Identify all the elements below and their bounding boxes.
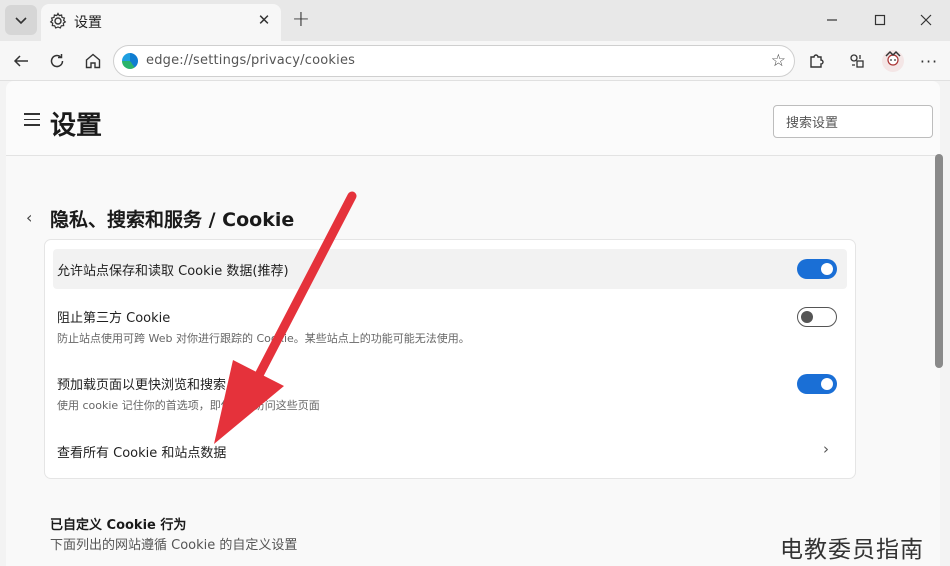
extensions-button[interactable] [803,48,829,74]
collections-button[interactable] [844,48,870,74]
row-label: 允许站点保存和读取 Cookie 数据(推荐) [57,264,289,279]
tab-actions-button[interactable] [5,5,37,35]
favorite-star-icon[interactable]: ☆ [771,51,786,71]
row-label: 预加载页面以更快浏览和搜索 [57,378,227,393]
puzzle-icon [810,54,824,68]
arrow-left-icon [13,55,28,67]
tab-title: 设置 [74,15,102,31]
refresh-icon [50,54,64,68]
allow-cookies-row[interactable]: 允许站点保存和读取 Cookie 数据(推荐) [53,249,847,289]
settings-page: 设置 搜索设置 ‹ 隐私、搜索和服务 / Cookie 允许站点保存和读取 Co… [6,81,940,566]
page-title: 设置 [50,111,103,141]
section-title: 已自定义 Cookie 行为 [50,518,187,533]
tab-settings[interactable]: 设置 ✕ [41,4,281,41]
home-icon [85,53,101,69]
close-tab-icon[interactable]: ✕ [255,11,273,29]
watermark-text: 电教委员指南 [780,537,924,563]
scrollbar-thumb[interactable] [935,154,943,368]
row-label: 阻止第三方 Cookie [57,311,171,326]
home-button[interactable] [80,48,106,74]
tab-bar: 设置 ✕ + [0,0,950,41]
back-button[interactable] [8,48,34,74]
search-settings-input[interactable]: 搜索设置 [773,105,933,138]
toolbar: edge://settings/privacy/cookies ☆ ··· [0,41,950,81]
row-label: 查看所有 Cookie 和站点数据 [57,446,227,461]
menu-icon[interactable] [24,113,40,127]
chevron-down-icon [15,17,27,25]
profile-button[interactable] [880,48,906,74]
allow-cookies-toggle[interactable] [797,259,837,279]
block-third-party-toggle[interactable] [797,307,837,327]
settings-header: 设置 搜索设置 [6,81,940,156]
preload-pages-toggle[interactable] [797,374,837,394]
avatar-icon [882,50,904,72]
collections-icon [850,54,864,68]
url-text: edge://settings/privacy/cookies [146,53,356,68]
block-third-party-row: 阻止第三方 Cookie 防止站点使用可跨 Web 对你进行跟踪的 Cookie… [53,298,847,348]
breadcrumb: 隐私、搜索和服务 / Cookie [50,209,295,231]
row-description: 使用 cookie 记住你的首选项，即使你不访问这些页面 [57,399,320,412]
more-options-icon[interactable]: ··· [916,48,942,74]
section-description: 下面列出的网站遵循 Cookie 的自定义设置 [50,538,298,553]
maximize-icon [874,14,886,26]
gear-icon [49,12,67,29]
view-all-cookies-row[interactable]: 查看所有 Cookie 和站点数据 › [53,430,847,470]
back-chevron-icon[interactable]: ‹ [26,208,32,227]
chevron-right-icon: › [823,440,829,458]
minimize-icon [827,19,837,21]
close-window-button[interactable] [914,8,938,32]
close-icon [920,14,932,26]
cookie-settings-card: 允许站点保存和读取 Cookie 数据(推荐) 阻止第三方 Cookie 防止站… [44,239,856,479]
row-description: 防止站点使用可跨 Web 对你进行跟踪的 Cookie。某些站点上的功能可能无法… [57,332,470,345]
edge-logo-icon [122,53,138,69]
preload-pages-row: 预加载页面以更快浏览和搜索 使用 cookie 记住你的首选项，即使你不访问这些… [53,365,847,415]
new-tab-button[interactable]: + [289,7,313,32]
maximize-button[interactable] [868,8,892,32]
minimize-button[interactable] [820,8,844,32]
address-bar[interactable]: edge://settings/privacy/cookies ☆ [113,45,795,77]
refresh-button[interactable] [44,48,70,74]
